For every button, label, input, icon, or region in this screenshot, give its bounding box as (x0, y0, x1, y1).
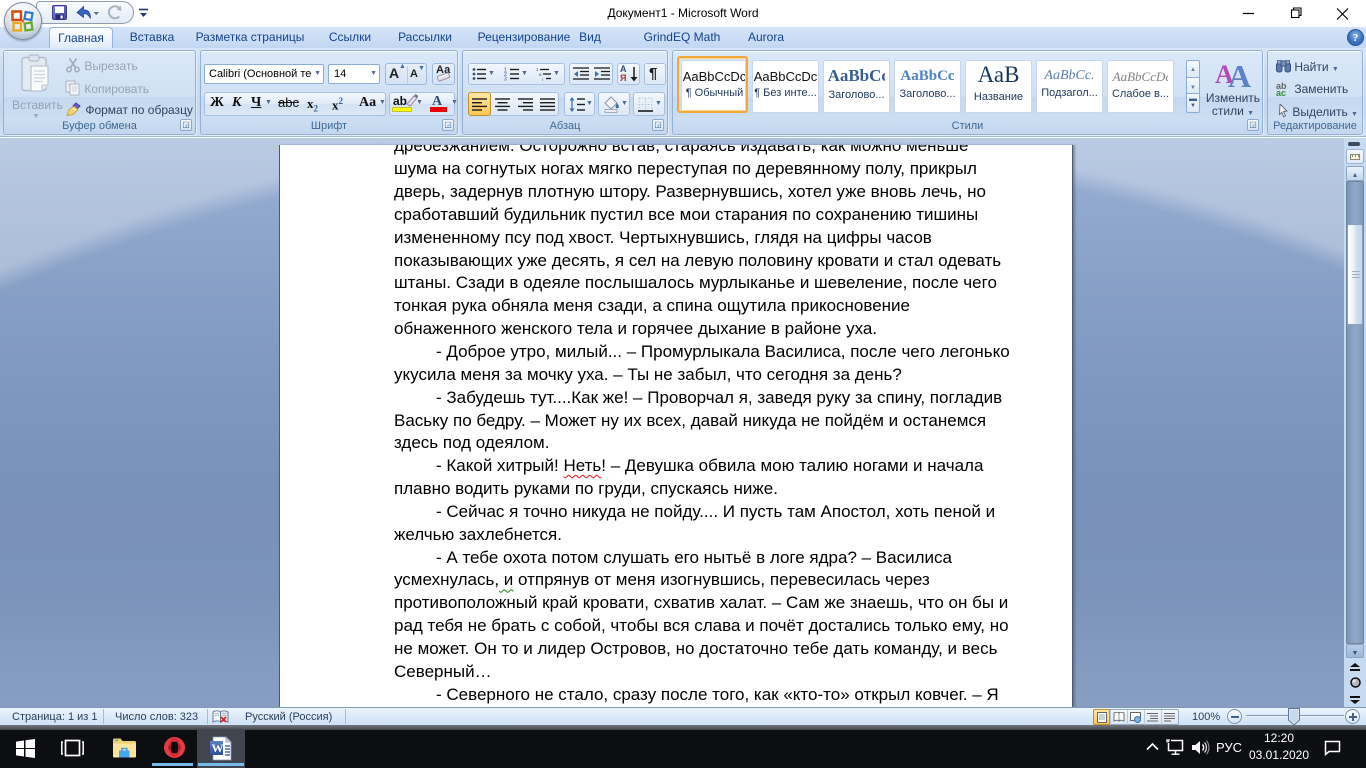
svg-text:W: W (212, 741, 224, 755)
svg-text:i: i (542, 77, 543, 81)
svg-text:3: 3 (504, 77, 507, 82)
svg-text:A: A (1228, 58, 1251, 87)
